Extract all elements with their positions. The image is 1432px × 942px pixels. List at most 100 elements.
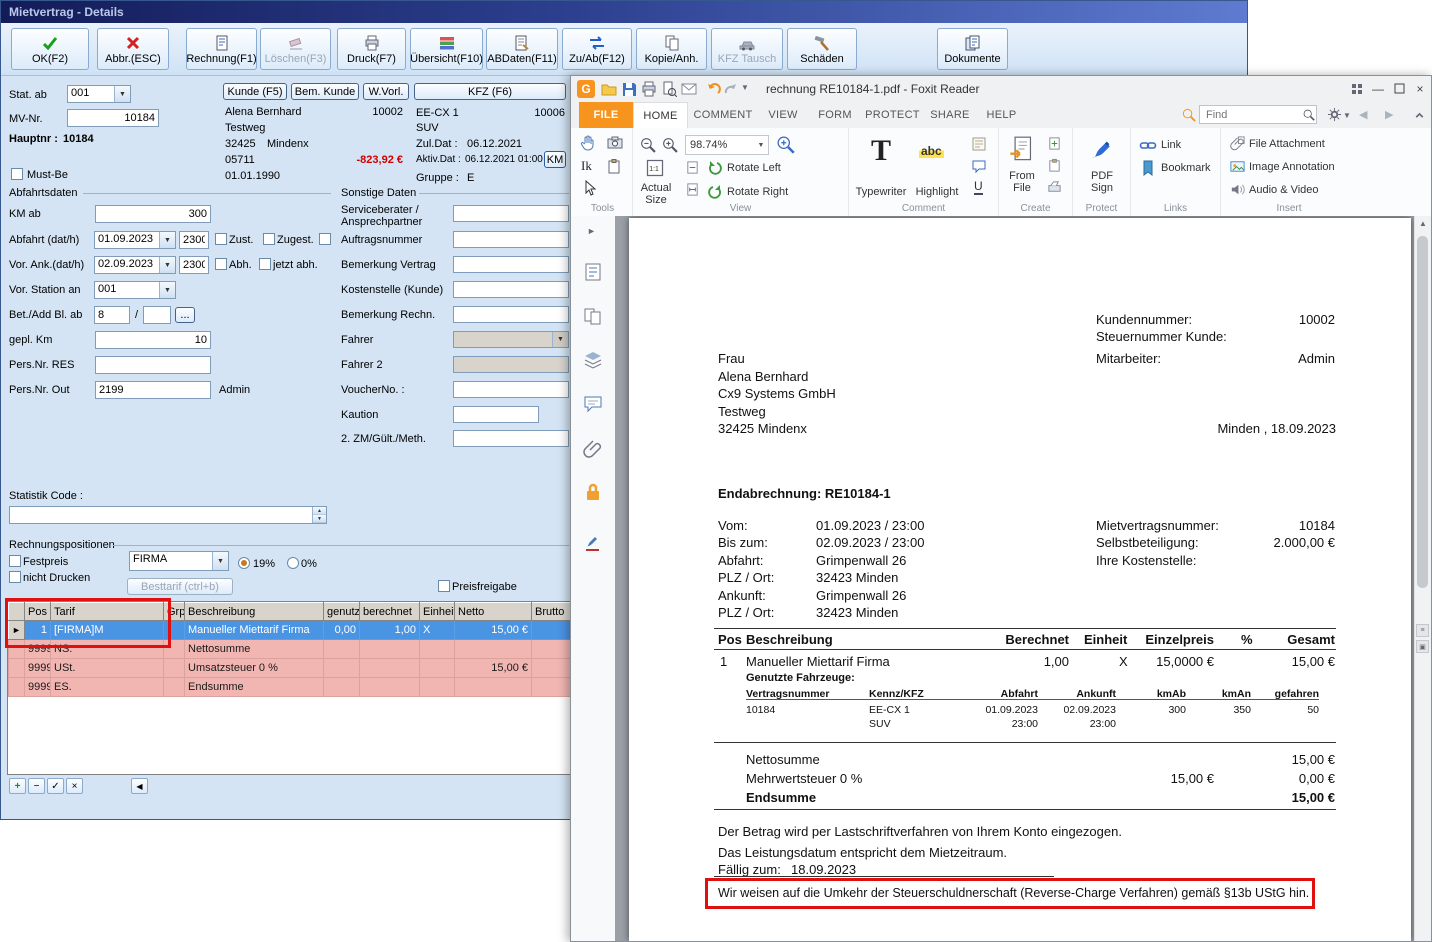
bemerkung-rechn-input[interactable]: [453, 306, 569, 323]
gear-dropdown-icon[interactable]: ▼: [1343, 111, 1351, 120]
print-preview-icon[interactable]: [661, 81, 677, 97]
col-grp[interactable]: Grp: [164, 603, 185, 621]
tab-protect[interactable]: PROTECT: [862, 102, 923, 128]
col-pos[interactable]: Pos: [25, 603, 51, 621]
collapse-ribbon-icon[interactable]: [1413, 109, 1426, 122]
note-icon[interactable]: [971, 136, 987, 152]
col-beschreibung[interactable]: Beschreibung: [185, 603, 324, 621]
snapshot-icon[interactable]: [606, 134, 624, 152]
rotate-left-icon[interactable]: [707, 160, 723, 176]
add-row-button[interactable]: +: [9, 778, 26, 794]
zoom-out-icon[interactable]: [639, 136, 656, 153]
druck-button[interactable]: Druck(F7): [337, 28, 406, 70]
tab-share[interactable]: SHARE: [923, 102, 977, 128]
abfahrt-time-input[interactable]: [179, 231, 209, 249]
col-einheit[interactable]: Einheit: [420, 603, 455, 621]
kopie-button[interactable]: Kopie/Anh.: [636, 28, 707, 70]
tab-form[interactable]: FORM: [808, 102, 862, 128]
scroll-widget-icon[interactable]: ≡: [1416, 624, 1429, 637]
pdf-sign-label[interactable]: PDF Sign: [1073, 170, 1131, 194]
maximize-button[interactable]: [1389, 79, 1409, 98]
positions-table[interactable]: Pos Tarif Grp Beschreibung genutzt berec…: [7, 601, 607, 775]
comments-panel-icon[interactable]: [583, 394, 603, 414]
dropdown-arrow-icon[interactable]: ▼: [114, 86, 130, 102]
col-berechnet[interactable]: berechnet: [360, 603, 420, 621]
extra-checkbox[interactable]: [319, 233, 331, 245]
scroll-up-icon[interactable]: ▲: [1419, 219, 1427, 228]
abort-button[interactable]: Abbr.(ESC): [97, 28, 169, 70]
abfahrt-date-select[interactable]: 01.09.2023▼: [94, 231, 176, 249]
bookmark-icon[interactable]: [1139, 159, 1157, 177]
pdf-sign-icon[interactable]: [1089, 136, 1115, 162]
tab-comment[interactable]: COMMENT: [688, 102, 758, 128]
search-icon[interactable]: [1302, 108, 1315, 121]
tarif-select[interactable]: FIRMA▼: [129, 551, 229, 571]
dropdown-arrow-icon[interactable]: ▼: [754, 142, 768, 149]
fit-page-icon[interactable]: [685, 160, 700, 175]
zust-checkbox[interactable]: [215, 233, 227, 245]
cursor-icon[interactable]: [581, 180, 597, 196]
scroll-left-button[interactable]: ◀: [131, 778, 148, 794]
kfz-button[interactable]: KFZ (F6): [414, 83, 566, 100]
besttarif-button[interactable]: Besttarif (ctrl+b): [127, 578, 233, 595]
zugest-checkbox[interactable]: [263, 233, 275, 245]
layers-panel-icon[interactable]: [583, 350, 603, 370]
bookmarks-panel-icon[interactable]: [583, 262, 603, 282]
underline-icon[interactable]: U: [974, 180, 983, 195]
tab-home[interactable]: HOME: [633, 102, 688, 128]
bookmark-label[interactable]: Bookmark: [1161, 162, 1211, 174]
gear-icon[interactable]: [1327, 107, 1342, 122]
preisfreigabe-checkbox[interactable]: [438, 580, 450, 592]
must-be-checkbox[interactable]: [11, 168, 23, 180]
image-annotation-label[interactable]: Image Annotation: [1249, 161, 1335, 173]
find-input[interactable]: [1199, 105, 1317, 124]
zoom-in-icon[interactable]: [661, 136, 678, 153]
comment-bubble-icon[interactable]: [971, 158, 987, 174]
quick-print-icon[interactable]: [641, 81, 657, 97]
pages-panel-icon[interactable]: [583, 306, 603, 326]
dropdown-arrow-icon[interactable]: ▼: [212, 552, 228, 570]
kostenstelle-input[interactable]: [453, 281, 569, 298]
marquee-zoom-icon[interactable]: [775, 134, 795, 154]
statistik-code-select[interactable]: ▲▼: [9, 506, 327, 524]
bem-kunde-button[interactable]: Bem. Kunde: [291, 83, 359, 100]
km-button[interactable]: KM: [544, 151, 566, 168]
stat-ab-select[interactable]: 001▼: [67, 85, 131, 103]
vat0-radio[interactable]: [287, 557, 299, 569]
festpreis-checkbox[interactable]: [9, 555, 21, 567]
qat-dropdown-icon[interactable]: ▼: [741, 83, 749, 92]
bet-input[interactable]: [94, 306, 130, 324]
col-tarif[interactable]: Tarif: [51, 603, 164, 621]
add-bl-input[interactable]: [143, 306, 171, 324]
attachments-panel-icon[interactable]: [583, 438, 603, 458]
rotate-right-icon[interactable]: [707, 184, 723, 200]
dokumente-button[interactable]: Dokumente: [937, 28, 1008, 70]
pers-res-input[interactable]: [95, 356, 211, 374]
kfz-tausch-button[interactable]: KFZ Tausch: [711, 28, 783, 70]
summary-row[interactable]: 99992 USt. Umsatzsteuer 0 % 15,00 €: [9, 659, 608, 678]
save-icon[interactable]: [621, 81, 637, 97]
mietvertrag-titlebar[interactable]: Mietvertrag - Details: [1, 1, 1247, 23]
panel-expand-icon[interactable]: ►: [587, 226, 596, 236]
more-button[interactable]: ...: [175, 307, 195, 323]
vertical-scrollbar[interactable]: ▲ ≡ ▣: [1414, 216, 1431, 941]
abh-checkbox[interactable]: [215, 258, 227, 270]
file-attachment-icon[interactable]: [1229, 135, 1246, 152]
voucherno-input[interactable]: [453, 381, 569, 398]
spinner-icon[interactable]: ▲▼: [312, 507, 326, 523]
link-label[interactable]: Link: [1161, 139, 1181, 151]
rechnung-button[interactable]: Rechnung(F1): [186, 28, 257, 70]
jetzt-abh-checkbox[interactable]: [259, 258, 271, 270]
audio-video-icon[interactable]: [1229, 181, 1246, 198]
typewriter-icon[interactable]: T: [871, 136, 891, 166]
zm-gult-meth-input[interactable]: [453, 430, 569, 447]
minimize-button[interactable]: —: [1368, 79, 1388, 98]
tab-help[interactable]: HELP: [977, 102, 1026, 128]
audio-video-label[interactable]: Audio & Video: [1249, 184, 1319, 196]
bemerkung-vertrag-input[interactable]: [453, 256, 569, 273]
fahrer-select[interactable]: ▼: [453, 331, 569, 348]
cancel-row-button[interactable]: ×: [66, 778, 83, 794]
auftragsnummer-input[interactable]: [453, 231, 569, 248]
vor-station-select[interactable]: 001▼: [94, 281, 176, 299]
nav-back-icon[interactable]: ◀: [1359, 108, 1367, 121]
